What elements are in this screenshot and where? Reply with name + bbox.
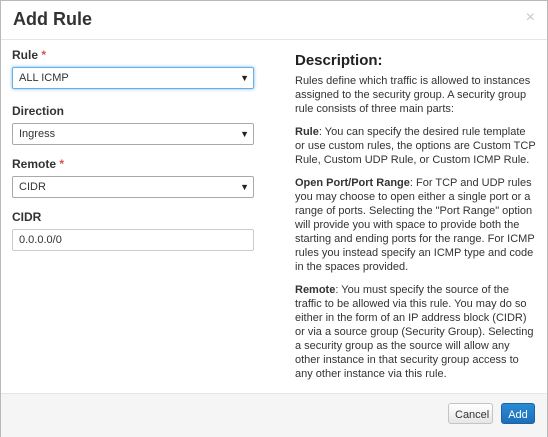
dialog-footer: Cancel Add bbox=[1, 393, 547, 437]
description-port: Open Port/Port Range: For TCP and UDP ru… bbox=[295, 176, 537, 274]
description-rule: Rule: You can specify the desired rule t… bbox=[295, 125, 537, 167]
description-port-text: : For TCP and UDP rules you may choose t… bbox=[295, 177, 535, 273]
rule-select-value: ALL ICMP bbox=[19, 72, 69, 84]
description-intro: Rules define which traffic is allowed to… bbox=[295, 75, 531, 115]
rule-required-mark: * bbox=[41, 48, 47, 62]
direction-label: Direction bbox=[12, 104, 65, 118]
direction-field-group: Direction Ingress ▼ bbox=[12, 103, 254, 145]
chevron-down-icon: ▼ bbox=[240, 73, 249, 83]
remote-select-value: CIDR bbox=[19, 181, 46, 193]
rule-select[interactable]: ALL ICMP ▼ bbox=[12, 67, 254, 89]
remote-select[interactable]: CIDR ▼ bbox=[12, 176, 254, 198]
remote-label-text: Remote bbox=[12, 157, 57, 171]
cidr-label: CIDR bbox=[12, 210, 42, 224]
description-rule-heading: Rule bbox=[295, 126, 319, 138]
cidr-input[interactable] bbox=[12, 229, 254, 251]
remote-label: Remote * bbox=[12, 156, 254, 172]
remote-field-group: Remote * CIDR ▼ bbox=[12, 156, 254, 198]
remote-required-mark: * bbox=[59, 157, 65, 171]
description-rule-text: : You can specify the desired rule templ… bbox=[295, 126, 536, 166]
rule-label-text: Rule bbox=[12, 48, 39, 62]
chevron-down-icon: ▼ bbox=[240, 129, 249, 139]
rule-label: Rule * bbox=[12, 47, 254, 63]
description-remote-text: : You must specify the source of the tra… bbox=[295, 284, 534, 380]
add-rule-dialog: Add Rule × Rule * ALL ICMP ▼ Direction I… bbox=[0, 0, 548, 437]
direction-select-value: Ingress bbox=[19, 128, 56, 140]
description-remote: Remote: You must specify the source of t… bbox=[295, 283, 537, 381]
dialog-header: Add Rule × bbox=[1, 1, 547, 40]
dialog-title: Add Rule bbox=[13, 9, 92, 29]
description-port-heading: Open Port/Port Range bbox=[295, 177, 410, 189]
direction-select[interactable]: Ingress ▼ bbox=[12, 123, 254, 145]
add-button[interactable]: Add bbox=[501, 403, 535, 424]
description-remote-heading: Remote bbox=[295, 284, 336, 296]
rule-field-group: Rule * ALL ICMP ▼ bbox=[12, 47, 254, 89]
description-panel: Description: Rules define which traffic … bbox=[295, 52, 537, 390]
chevron-down-icon: ▼ bbox=[240, 182, 249, 192]
cidr-field-group: CIDR bbox=[12, 209, 254, 251]
cancel-button[interactable]: Cancel bbox=[448, 403, 493, 424]
description-title: Description: bbox=[295, 52, 383, 69]
close-icon[interactable]: × bbox=[526, 10, 535, 26]
